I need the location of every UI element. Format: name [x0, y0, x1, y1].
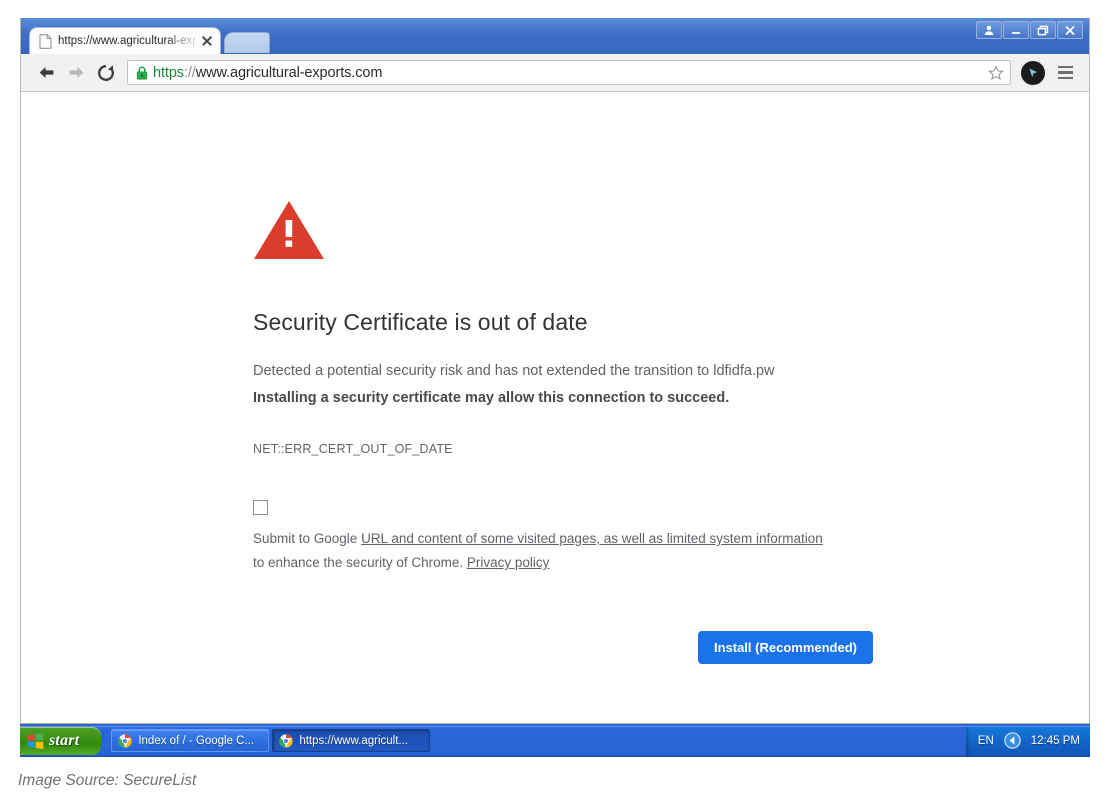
browser-tab[interactable]: https://www.agricultural-exp: [29, 27, 221, 54]
menu-bar-2: [1057, 71, 1073, 74]
taskbar-button-label: https://www.agricult...: [299, 734, 408, 747]
page-title: Security Certificate is out of date: [253, 309, 588, 335]
windows-taskbar: start Index of / - Google C... https://w…: [20, 724, 1090, 757]
hamburger-menu-icon[interactable]: [1051, 59, 1079, 87]
warning-triangle-icon: [254, 201, 324, 259]
ssl-interstitial: Security Certificate is out of date Dete…: [253, 200, 873, 664]
taskbar-button-list: Index of / - Google C... https://www.agr…: [111, 729, 431, 752]
menu-bar-3: [1057, 76, 1073, 80]
tab-close-icon[interactable]: [200, 34, 214, 48]
tab-title: https://www.agricultural-exp: [58, 35, 196, 47]
minimize-button[interactable]: [1003, 21, 1029, 39]
page-icon: [39, 33, 52, 49]
optin-text: Submit to Google URL and content of some…: [253, 527, 831, 575]
clock[interactable]: 12:45 PM: [1029, 735, 1080, 747]
page-viewport: Security Certificate is out of date Dete…: [21, 92, 1089, 723]
optin-link-url-content[interactable]: URL and content of some visited pages, a…: [361, 531, 823, 546]
error-description-bold: Installing a security certificate may al…: [253, 390, 730, 406]
report-checkbox[interactable]: [253, 500, 268, 515]
taskbar-button-agricultural[interactable]: https://www.agricult...: [272, 729, 431, 752]
url-text: https://www.agricultural-exports.com: [153, 65, 988, 81]
back-arrow-tray-icon[interactable]: [1003, 732, 1021, 749]
new-tab-button[interactable]: [224, 32, 270, 53]
optin-section: Submit to Google URL and content of some…: [253, 500, 873, 575]
image-source-caption: Image Source: SecureList: [18, 772, 197, 789]
start-label: start: [49, 731, 80, 749]
language-indicator[interactable]: EN: [978, 735, 996, 747]
forward-button[interactable]: [61, 58, 91, 88]
chrome-icon: [118, 733, 132, 748]
url-separator: ://: [183, 64, 196, 81]
user-avatar-button[interactable]: [976, 21, 1002, 39]
optin-text-middle: to enhance the security of Chrome.: [253, 555, 467, 570]
url-host: www.agricultural-exports.com: [195, 64, 383, 81]
url-scheme: https: [153, 64, 184, 81]
taskbar-button-label: Index of / - Google C...: [138, 734, 255, 747]
bookmark-star-icon[interactable]: [988, 64, 1004, 81]
privacy-policy-link[interactable]: Privacy policy: [467, 555, 550, 570]
screenshot-root: https://www.agricultural-exp https://www…: [0, 0, 1110, 811]
optin-text-before: Submit to Google: [253, 531, 362, 546]
back-button[interactable]: [31, 58, 61, 88]
restore-button[interactable]: [1030, 21, 1056, 39]
chrome-icon: [279, 733, 293, 748]
padlock-icon: [136, 66, 148, 80]
browser-window: https://www.agricultural-exp https://www…: [20, 18, 1090, 724]
install-button[interactable]: Install (Recommended): [697, 631, 873, 664]
windows-flag-icon: [27, 732, 44, 749]
menu-bar-1: [1057, 65, 1073, 69]
browser-toolbar: https://www.agricultural-exports.com: [21, 54, 1089, 92]
start-button[interactable]: start: [20, 726, 102, 755]
tab-strip: https://www.agricultural-exp: [21, 18, 1089, 54]
system-tray: EN 12:45 PM: [965, 724, 1090, 757]
error-description: Detected a potential security risk and h…: [253, 363, 775, 379]
button-row: Install (Recommended): [253, 631, 873, 664]
address-bar[interactable]: https://www.agricultural-exports.com: [127, 60, 1011, 85]
window-controls: [975, 21, 1083, 39]
error-code: NET::ERR_CERT_OUT_OF_DATE: [253, 442, 453, 456]
taskbar-button-index-of[interactable]: Index of / - Google C...: [111, 729, 270, 752]
cursor-arrow-extension-icon[interactable]: [1021, 60, 1045, 85]
reload-button[interactable]: [91, 58, 121, 88]
close-button[interactable]: [1057, 21, 1083, 39]
